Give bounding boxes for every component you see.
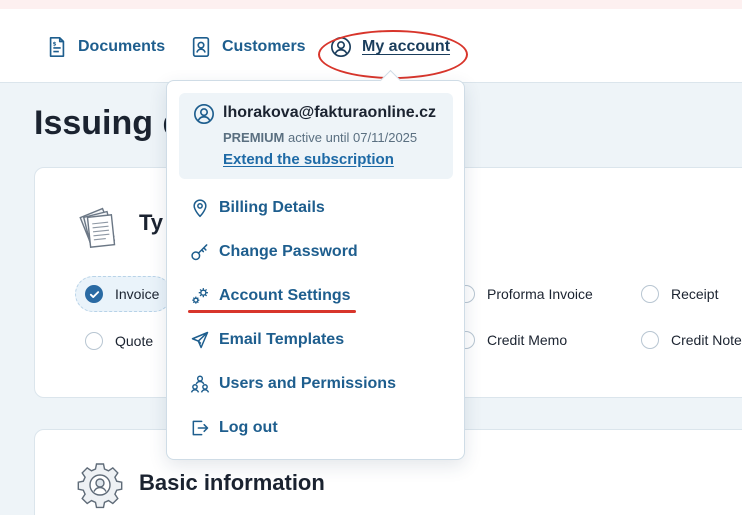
doc-type-credit-note[interactable]: Credit Note — [641, 331, 742, 349]
doc-type-label: Quote — [115, 333, 154, 349]
menu-item-label: Billing Details — [219, 199, 325, 216]
logout-icon — [192, 420, 209, 436]
top-strip — [0, 0, 742, 9]
basic-information-heading: Basic information — [139, 470, 325, 495]
menu-account-settings[interactable]: Account Settings — [190, 284, 351, 308]
check-icon — [89, 290, 99, 298]
doc-type-proforma-invoice[interactable]: Proforma Invoice — [457, 285, 593, 303]
extend-subscription-link[interactable]: Extend the subscription — [223, 151, 394, 168]
gears-icon — [192, 288, 208, 304]
user-circle-icon — [331, 37, 351, 57]
radio-unchecked[interactable] — [641, 331, 659, 349]
top-navigation-bar: $ Documents Customers My account — [0, 9, 742, 83]
menu-log-out[interactable]: Log out — [190, 416, 278, 440]
doc-type-invoice[interactable]: Invoice — [75, 276, 173, 312]
document-icon: $ — [49, 37, 65, 57]
plan-status: PREMIUM active until 07/11/2025 — [223, 130, 417, 145]
radio-unchecked[interactable] — [641, 285, 659, 303]
doc-type-label: Proforma Invoice — [487, 286, 593, 302]
gear-icon — [77, 463, 123, 509]
doc-type-credit-memo[interactable]: Credit Memo — [457, 331, 567, 349]
doc-type-label: Invoice — [115, 286, 160, 302]
documents-stack-icon — [79, 207, 116, 248]
doc-type-label: Credit Note — [671, 332, 742, 348]
menu-billing-details[interactable]: Billing Details — [190, 196, 325, 220]
doc-type-receipt[interactable]: Receipt — [641, 285, 718, 303]
page-title: Issuing d — [34, 104, 184, 142]
menu-change-password[interactable]: Change Password — [190, 240, 358, 264]
account-email: lhorakova@fakturaonline.cz — [223, 104, 436, 121]
menu-item-label: Email Templates — [219, 331, 345, 348]
menu-item-label: Account Settings — [219, 287, 351, 304]
nav-customers[interactable]: Customers — [190, 35, 306, 59]
nav-documents-label: Documents — [78, 38, 166, 55]
map-pin-icon — [193, 199, 207, 218]
radio-checked[interactable] — [85, 285, 103, 303]
menu-users-permissions[interactable]: Users and Permissions — [190, 372, 396, 396]
doc-type-quote[interactable]: Quote — [85, 332, 153, 350]
annotation-underline — [188, 310, 356, 313]
user-circle-icon — [194, 104, 214, 124]
key-icon — [191, 244, 208, 261]
account-dropdown-menu: lhorakova@fakturaonline.cz PREMIUM activ… — [166, 80, 465, 460]
nav-customers-label: Customers — [222, 38, 306, 55]
users-icon — [190, 375, 210, 393]
radio-unchecked[interactable] — [85, 332, 103, 350]
contact-book-icon — [192, 37, 210, 57]
nav-my-account-label: My account — [362, 38, 451, 55]
menu-item-label: Log out — [219, 419, 278, 436]
document-type-heading: Ty — [139, 210, 164, 235]
menu-item-label: Change Password — [219, 243, 358, 260]
doc-type-label: Receipt — [671, 286, 719, 302]
plan-expiry: active until 07/11/2025 — [288, 130, 418, 145]
doc-type-label: Credit Memo — [487, 332, 568, 348]
nav-my-account[interactable]: My account — [330, 35, 450, 59]
plan-name: PREMIUM — [223, 130, 285, 145]
menu-item-label: Users and Permissions — [219, 375, 396, 392]
menu-email-templates[interactable]: Email Templates — [190, 328, 344, 352]
account-summary: lhorakova@fakturaonline.cz PREMIUM activ… — [179, 93, 453, 179]
svg-text:$: $ — [53, 42, 57, 48]
nav-documents[interactable]: $ Documents — [46, 35, 165, 59]
paper-plane-icon — [191, 331, 209, 349]
